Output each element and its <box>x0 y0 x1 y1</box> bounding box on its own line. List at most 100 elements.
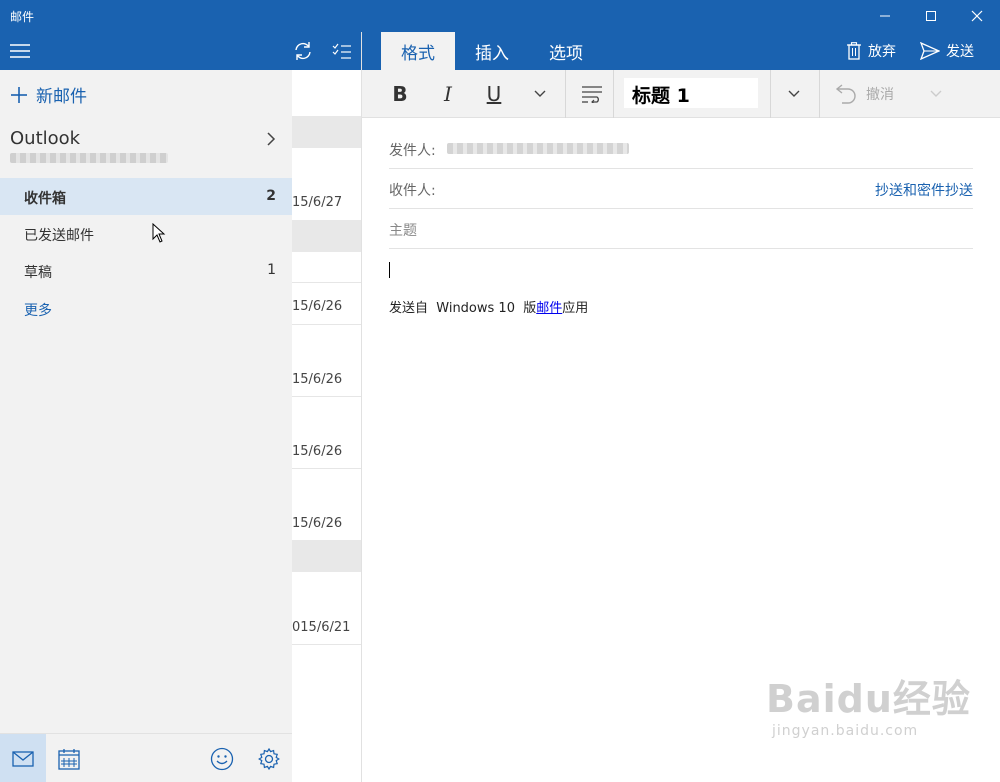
paragraph-format-button[interactable] <box>572 70 612 118</box>
paragraph-format-icon <box>582 86 602 103</box>
message-list: 15/6/27 15/6/26 15/6/26 15/6/26 15/6/26 … <box>292 32 362 782</box>
message-date: 15/6/26 <box>292 444 343 459</box>
sender-email-redacted <box>447 143 629 154</box>
folder-drafts[interactable]: 草稿 1 <box>0 252 292 289</box>
minimize-icon <box>880 15 890 17</box>
folder-label: 已发送邮件 <box>24 228 94 244</box>
message-date: 015/6/21 <box>292 620 351 635</box>
cc-bcc-link[interactable]: 抄送和密件抄送 <box>875 180 973 200</box>
navigation-pane: 新邮件 Outlook 收件箱 2 已发送邮件 草稿 1 更多 <box>0 32 292 782</box>
folder-inbox[interactable]: 收件箱 2 <box>0 178 292 215</box>
list-group-header <box>292 220 361 252</box>
window-title: 邮件 <box>10 10 35 24</box>
discard-label: 放弃 <box>868 44 896 60</box>
underline-button[interactable]: U <box>478 70 510 118</box>
tab-options[interactable]: 选项 <box>529 32 603 70</box>
hamburger-icon <box>10 44 30 58</box>
list-group-header <box>292 116 361 148</box>
account-email-redacted <box>10 153 168 163</box>
italic-button[interactable]: I <box>432 70 464 118</box>
settings-button[interactable] <box>246 734 292 782</box>
settings-gear-icon <box>258 747 280 770</box>
maximize-button[interactable] <box>908 0 954 32</box>
select-mode-icon[interactable] <box>332 43 352 59</box>
undo-icon <box>835 84 856 104</box>
list-divider <box>292 644 361 645</box>
toolbar-divider <box>565 70 566 118</box>
list-divider <box>292 396 361 397</box>
ribbon-tabs: 格式 插入 选项 放弃 发送 <box>362 32 1000 70</box>
list-group-header <box>292 540 361 572</box>
chevron-right-icon <box>267 132 276 146</box>
watermark-main: Baidu经验 <box>766 677 971 721</box>
list-divider <box>292 324 361 325</box>
tab-format[interactable]: 格式 <box>381 32 455 70</box>
message-body-signature[interactable]: 发送自 Windows 10 版邮件应用 <box>389 297 588 316</box>
send-label: 发送 <box>946 44 974 60</box>
close-icon <box>971 10 983 22</box>
baidu-watermark: Baidu经验 jingyan.baidu.com <box>766 668 971 739</box>
paragraph-style-selector[interactable]: 标题 1 <box>624 78 758 108</box>
folder-unread-count: 2 <box>266 188 276 204</box>
feedback-smiley-icon <box>210 747 234 770</box>
close-button[interactable] <box>954 0 1000 32</box>
chevron-down-icon[interactable] <box>930 90 942 98</box>
list-divider <box>292 282 361 283</box>
discard-button[interactable]: 放弃 <box>846 32 896 70</box>
folder-label: 草稿 <box>24 265 52 281</box>
font-more-dropdown[interactable] <box>526 70 554 118</box>
folder-label: 收件箱 <box>24 191 66 207</box>
chevron-down-icon <box>788 90 800 97</box>
to-label: 收件人: <box>389 183 436 199</box>
maximize-icon <box>926 11 936 21</box>
folder-more[interactable]: 更多 <box>0 290 292 327</box>
feedback-button[interactable] <box>199 734 245 782</box>
minimize-button[interactable] <box>862 0 908 32</box>
mail-switch-button[interactable] <box>0 734 46 782</box>
folder-sent[interactable]: 已发送邮件 <box>0 215 292 252</box>
message-date: 15/6/26 <box>292 299 343 314</box>
mouse-cursor-icon <box>152 223 166 243</box>
account-selector[interactable]: Outlook <box>10 128 282 163</box>
from-label: 发件人: <box>389 143 436 159</box>
format-toolbar: B I U 标题 1 撤消 <box>362 70 1000 118</box>
folder-label: 更多 <box>24 303 52 319</box>
message-date: 15/6/27 <box>292 195 343 210</box>
new-mail-button[interactable]: 新邮件 <box>10 82 87 107</box>
nav-bottom-bar <box>0 733 292 782</box>
hamburger-button[interactable] <box>0 32 40 70</box>
style-dropdown[interactable] <box>780 70 808 118</box>
watermark-sub: jingyan.baidu.com <box>772 723 919 739</box>
message-date: 15/6/26 <box>292 516 343 531</box>
from-field[interactable]: 发件人: <box>389 129 973 169</box>
sync-icon[interactable] <box>292 41 314 61</box>
toolbar-divider <box>613 70 614 118</box>
toolbar-divider <box>819 70 820 118</box>
subject-field[interactable]: 主题 <box>389 209 973 249</box>
bold-button[interactable]: B <box>384 70 416 118</box>
tab-insert[interactable]: 插入 <box>455 32 529 70</box>
signature-suffix: 应用 <box>562 301 589 316</box>
to-field[interactable]: 收件人: 抄送和密件抄送 <box>389 169 973 209</box>
undo-button[interactable]: 撤消 <box>832 70 952 118</box>
folder-unread-count: 1 <box>267 262 276 278</box>
undo-label: 撤消 <box>866 87 894 103</box>
new-mail-label: 新邮件 <box>36 87 87 107</box>
plus-icon <box>11 86 27 103</box>
calendar-switch-button[interactable] <box>46 734 92 782</box>
calendar-icon <box>58 748 80 770</box>
title-bar: 邮件 <box>0 0 1000 32</box>
subject-placeholder: 主题 <box>389 223 417 239</box>
account-name: Outlook <box>10 128 81 149</box>
list-divider <box>292 468 361 469</box>
trash-icon <box>847 42 861 60</box>
send-icon <box>920 42 940 60</box>
message-date: 15/6/26 <box>292 372 343 387</box>
mail-app-link[interactable]: 邮件 <box>536 301 562 316</box>
nav-header <box>0 32 292 70</box>
send-button[interactable]: 发送 <box>920 32 974 70</box>
message-list-toolbar <box>292 32 361 70</box>
chevron-down-icon <box>534 90 546 97</box>
toolbar-divider <box>770 70 771 118</box>
text-caret <box>389 262 390 278</box>
